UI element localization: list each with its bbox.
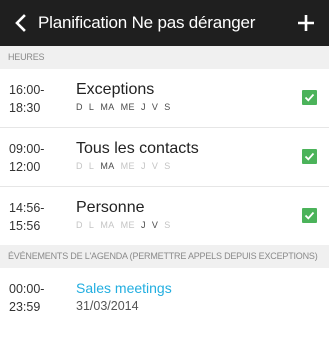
day-label: V	[151, 102, 159, 112]
day-label: J	[140, 220, 146, 230]
schedule-days: D L MA ME J V S	[76, 102, 177, 112]
day-label: V	[151, 161, 159, 171]
section-header-calendar-events: ÉVÉNEMENTS DE L'AGENDA (PERMETTRE APPELS…	[0, 245, 329, 268]
schedule-time: 09:00- 12:00	[0, 128, 76, 176]
day-label: L	[88, 102, 95, 112]
schedule-end: 18:30	[9, 101, 41, 115]
schedule-start: 16:00-	[9, 83, 45, 97]
day-label: D	[76, 102, 83, 112]
schedule-start: 09:00-	[9, 142, 45, 156]
chevron-left-icon	[15, 14, 26, 32]
schedule-row[interactable]: 16:00- 18:30 Exceptions D L MA ME J V S	[0, 69, 329, 128]
schedule-end: 12:00	[9, 160, 41, 174]
schedule-time: 16:00- 18:30	[0, 69, 76, 117]
schedule-row[interactable]: 14:56- 15:56 Personne D L MA ME J V S	[0, 187, 329, 245]
back-button[interactable]	[6, 0, 36, 46]
schedule-days: D L MA ME J V S	[76, 161, 199, 171]
schedule-time: 14:56- 15:56	[0, 187, 76, 235]
section-header-hours: HEURES	[0, 46, 329, 69]
day-label: ME	[120, 220, 135, 230]
event-time: 00:00- 23:59	[0, 268, 76, 316]
checkmark-icon	[304, 93, 315, 102]
day-label: MA	[100, 161, 115, 171]
day-label: V	[151, 220, 159, 230]
page-title: Planification Ne pas déranger	[38, 13, 256, 32]
day-label: ME	[120, 102, 135, 112]
schedule-name: Exceptions	[76, 81, 155, 98]
schedule-enabled-checkbox[interactable]	[302, 90, 317, 105]
app-header: Planification Ne pas déranger	[0, 0, 329, 46]
day-label: D	[76, 220, 83, 230]
schedule-list: 16:00- 18:30 Exceptions D L MA ME J V S 09:00-…	[0, 69, 329, 245]
plus-icon	[298, 15, 314, 31]
schedule-enabled-checkbox[interactable]	[302, 208, 317, 223]
add-button[interactable]	[289, 0, 323, 46]
schedule-enabled-checkbox[interactable]	[302, 149, 317, 164]
schedule-end: 15:56	[9, 219, 41, 233]
calendar-event-row[interactable]: 00:00- 23:59 Sales meetings 31/03/2014	[0, 268, 329, 328]
day-label: D	[76, 161, 83, 171]
day-label: S	[164, 220, 171, 230]
day-label: ME	[120, 161, 135, 171]
event-start: 00:00-	[9, 282, 45, 296]
day-label: J	[140, 161, 146, 171]
schedule-row[interactable]: 09:00- 12:00 Tous les contacts D L MA ME J V S	[0, 128, 329, 187]
schedule-start: 14:56-	[9, 201, 45, 215]
day-label: S	[164, 102, 171, 112]
day-label: L	[88, 220, 95, 230]
checkmark-icon	[304, 211, 315, 220]
schedule-days: D L MA ME J V S	[76, 220, 177, 230]
day-label: MA	[100, 220, 115, 230]
event-date: 31/03/2014	[76, 299, 139, 313]
day-label: MA	[100, 102, 115, 112]
event-end: 23:59	[9, 300, 41, 314]
day-label: J	[140, 102, 146, 112]
event-name: Sales meetings	[76, 280, 172, 296]
day-label: L	[88, 161, 95, 171]
checkmark-icon	[304, 152, 315, 161]
schedule-name: Tous les contacts	[76, 140, 199, 157]
day-label: S	[164, 161, 171, 171]
schedule-name: Personne	[76, 199, 145, 216]
